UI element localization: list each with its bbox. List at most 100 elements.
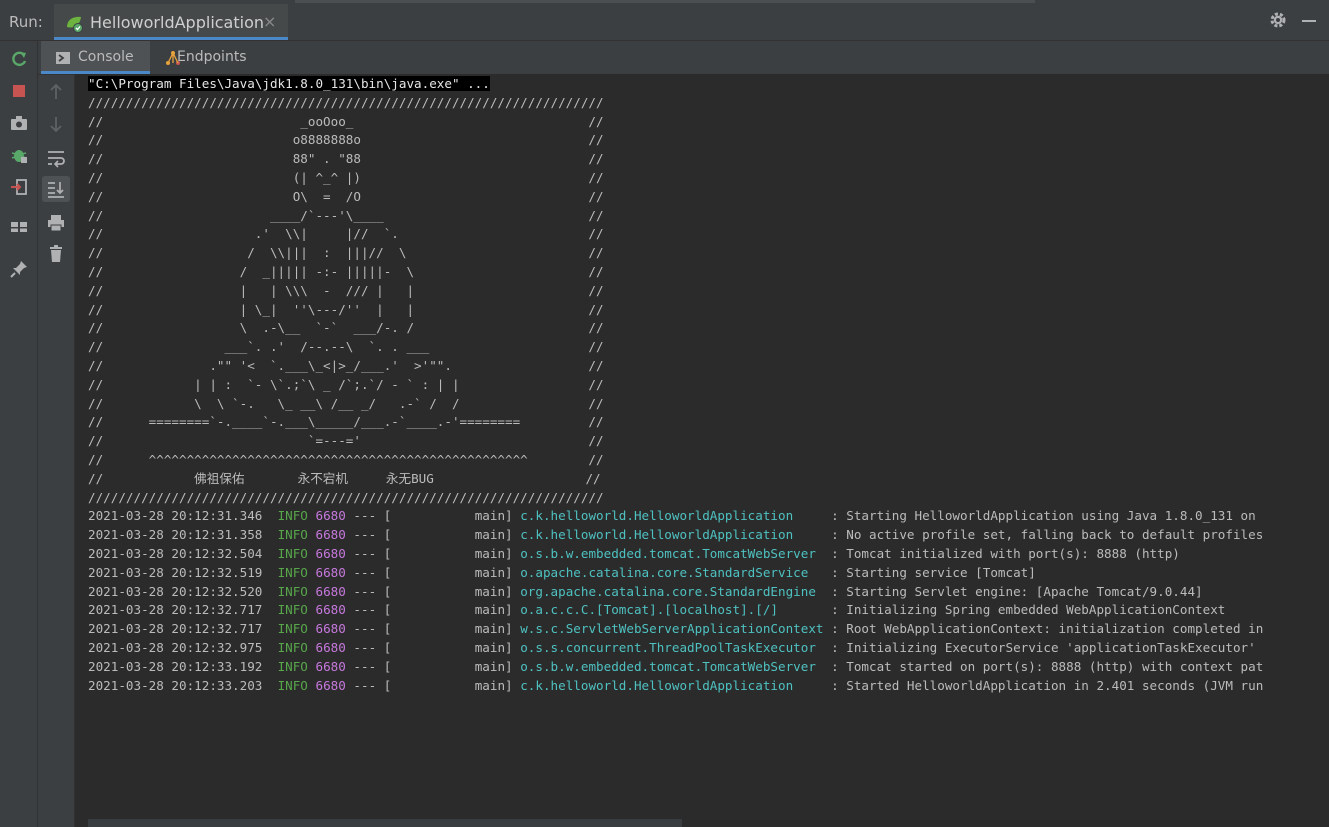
scroll-to-end-button[interactable] — [42, 176, 70, 202]
log-line: 2021-03-28 20:12:32.520 INFO 6680 --- [ … — [88, 584, 1203, 599]
tab-console-label: Console — [78, 49, 134, 65]
trash-icon[interactable] — [45, 243, 67, 265]
horizontal-scrollbar[interactable] — [88, 819, 682, 827]
spring-boot-icon — [67, 16, 83, 33]
run-actions-toolbar — [0, 41, 38, 827]
log-thread: --- [ main] — [353, 602, 521, 618]
print-icon[interactable] — [45, 212, 67, 234]
log-line: 2021-03-28 20:12:32.519 INFO 6680 --- [ … — [88, 565, 1036, 580]
debug-bug-icon[interactable] — [9, 145, 29, 165]
log-thread: --- [ main] — [353, 658, 521, 674]
pin-icon[interactable] — [9, 259, 29, 279]
log-time: 2021-03-28 20:12:32.717 — [88, 602, 278, 618]
gear-icon[interactable] — [1269, 11, 1287, 29]
tab-endpoints-label: Endpoints — [177, 49, 247, 65]
log-pid: 6680 — [315, 508, 354, 524]
soft-wrap-icon[interactable] — [45, 147, 67, 169]
run-tab-title: HelloworldApplication — [90, 13, 265, 32]
tab-endpoints[interactable]: Endpoints — [151, 41, 261, 74]
close-tab-icon[interactable]: × — [263, 12, 276, 31]
log-pid: 6680 — [315, 639, 354, 655]
scroll-down-icon[interactable] — [45, 113, 67, 135]
run-configuration-tab[interactable]: HelloworldApplication × — [54, 4, 288, 40]
log-pid: 6680 — [315, 621, 354, 637]
stop-icon[interactable] — [9, 81, 29, 101]
tab-console[interactable]: Console — [41, 41, 150, 74]
minimize-icon[interactable] — [1302, 20, 1316, 22]
log-pid: 6680 — [315, 545, 354, 561]
log-time: 2021-03-28 20:12:33.203 — [88, 677, 278, 693]
editor-scrollbar[interactable] — [295, 0, 1035, 3]
log-thread: --- [ main] — [353, 564, 521, 580]
scroll-to-end-icon — [48, 182, 64, 198]
log-message: : Tomcat initialized with port(s): 8888 … — [831, 545, 1180, 561]
log-pid: 6680 — [315, 527, 354, 543]
log-message: : Starting HelloworldApplication using J… — [831, 508, 1256, 524]
log-time: 2021-03-28 20:12:32.975 — [88, 639, 278, 655]
rerun-icon[interactable] — [9, 49, 29, 69]
log-logger: o.s.b.w.embedded.tomcat.TomcatWebServer — [520, 545, 832, 561]
log-logger: c.k.helloworld.HelloworldApplication — [520, 677, 832, 693]
log-message: : Root WebApplicationContext: initializa… — [831, 621, 1264, 637]
log-pid: 6680 — [315, 564, 354, 580]
log-thread: --- [ main] — [353, 621, 521, 637]
console-output[interactable]: "C:\Program Files\Java\jdk1.8.0_131\bin\… — [75, 74, 1329, 827]
log-line: 2021-03-28 20:12:33.192 INFO 6680 --- [ … — [88, 659, 1263, 674]
log-level: INFO — [277, 602, 316, 618]
log-line: 2021-03-28 20:12:32.717 INFO 6680 --- [ … — [88, 602, 1225, 617]
log-message: : Initializing ExecutorService 'applicat… — [831, 639, 1256, 655]
console-tabs: Console Endpoints — [38, 41, 1329, 75]
log-thread: --- [ main] — [353, 677, 521, 693]
log-thread: --- [ main] — [353, 527, 521, 543]
log-message: : Starting Servlet engine: [Apache Tomca… — [831, 583, 1203, 599]
log-line: 2021-03-28 20:12:32.504 INFO 6680 --- [ … — [88, 546, 1180, 561]
log-time: 2021-03-28 20:12:31.346 — [88, 508, 278, 524]
log-level: INFO — [277, 564, 316, 580]
run-label: Run: — [9, 13, 43, 31]
log-level: INFO — [277, 677, 316, 693]
scroll-up-icon[interactable] — [45, 81, 67, 103]
log-message: : No active profile set, falling back to… — [831, 527, 1264, 543]
log-level: INFO — [277, 527, 316, 543]
log-time: 2021-03-28 20:12:32.717 — [88, 621, 278, 637]
layout-icon[interactable] — [9, 217, 29, 237]
console-toolbar — [38, 75, 75, 827]
log-logger: w.s.c.ServletWebServerApplicationContext — [520, 621, 832, 637]
run-toolwindow-header: Run: HelloworldApplication × — [0, 0, 1329, 41]
log-thread: --- [ main] — [353, 583, 521, 599]
login-exit-icon[interactable] — [9, 177, 29, 197]
log-time: 2021-03-28 20:12:31.358 — [88, 527, 278, 543]
log-level: INFO — [277, 508, 316, 524]
log-time: 2021-03-28 20:12:32.519 — [88, 564, 278, 580]
log-thread: --- [ main] — [353, 639, 521, 655]
log-logger: org.apache.catalina.core.StandardEngine — [520, 583, 832, 599]
log-logger: o.apache.catalina.core.StandardService — [520, 564, 832, 580]
log-logger: o.s.b.w.embedded.tomcat.TomcatWebServer — [520, 658, 832, 674]
log-time: 2021-03-28 20:12:32.504 — [88, 545, 278, 561]
log-thread: --- [ main] — [353, 545, 521, 561]
log-pid: 6680 — [315, 677, 354, 693]
log-lines: 2021-03-28 20:12:31.346 INFO 6680 --- [ … — [88, 508, 1263, 692]
camera-icon[interactable] — [9, 113, 29, 133]
log-message: : Initializing Spring embedded WebApplic… — [831, 602, 1226, 618]
log-message: : Started HelloworldApplication in 2.401… — [831, 677, 1264, 693]
log-logger: o.a.c.c.C.[Tomcat].[localhost].[/] — [520, 602, 832, 618]
log-logger: o.s.s.concurrent.ThreadPoolTaskExecutor — [520, 639, 832, 655]
log-pid: 6680 — [315, 583, 354, 599]
log-line: 2021-03-28 20:12:33.203 INFO 6680 --- [ … — [88, 678, 1263, 693]
log-pid: 6680 — [315, 602, 354, 618]
ascii-banner: ////////////////////////////////////////… — [88, 94, 604, 505]
java-command-line: "C:\Program Files\Java\jdk1.8.0_131\bin\… — [88, 76, 490, 91]
log-line: 2021-03-28 20:12:32.975 INFO 6680 --- [ … — [88, 640, 1256, 655]
log-level: INFO — [277, 583, 316, 599]
log-level: INFO — [277, 658, 316, 674]
log-message: : Tomcat started on port(s): 8888 (http)… — [831, 658, 1264, 674]
log-level: INFO — [277, 639, 316, 655]
log-time: 2021-03-28 20:12:32.520 — [88, 583, 278, 599]
log-line: 2021-03-28 20:12:31.358 INFO 6680 --- [ … — [88, 527, 1263, 542]
log-thread: --- [ main] — [353, 508, 521, 524]
log-logger: c.k.helloworld.HelloworldApplication — [520, 508, 832, 524]
log-logger: c.k.helloworld.HelloworldApplication — [520, 527, 832, 543]
log-level: INFO — [277, 621, 316, 637]
log-time: 2021-03-28 20:12:33.192 — [88, 658, 278, 674]
